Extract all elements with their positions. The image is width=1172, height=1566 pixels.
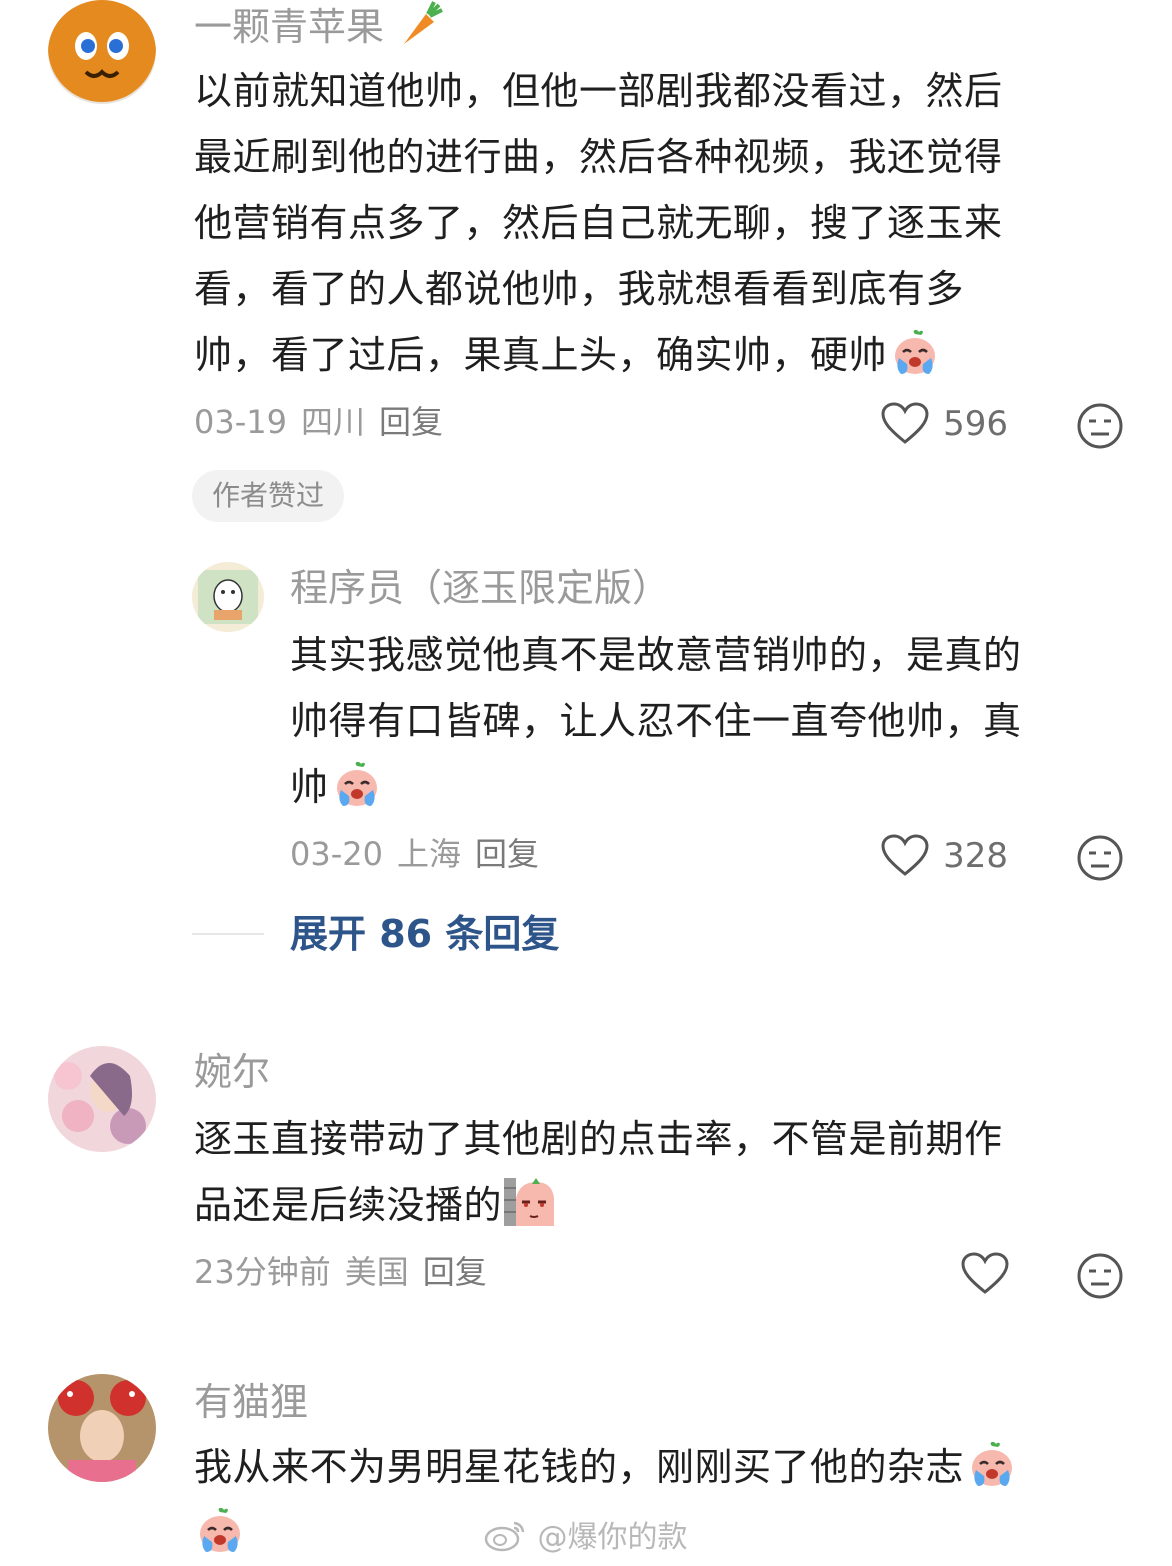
- comment-text: 逐玉直接带动了其他剧的点击率，不管是前期作 品还是后续没播的: [194, 1117, 1003, 1227]
- comment-location: 美国: [344, 1253, 409, 1291]
- avatar[interactable]: [48, 1374, 156, 1482]
- watermark: @爆你的款: [484, 1512, 688, 1556]
- comment-meta: 03-19 四川 回复: [194, 402, 457, 442]
- carrot-emoji-icon: [404, 1, 444, 44]
- neutral-face-icon: [1077, 403, 1123, 449]
- neutral-face-icon: [1077, 835, 1123, 881]
- peek-emoji-icon: [504, 1178, 555, 1226]
- dislike-button[interactable]: [1076, 402, 1124, 454]
- crying-emoji-icon: [331, 758, 383, 810]
- avatar-flowers-icon: [48, 1046, 156, 1152]
- comment-meta: 23分钟前 美国 回复: [194, 1252, 501, 1292]
- avatar[interactable]: [48, 1046, 156, 1152]
- heart-outline-icon: [881, 834, 929, 876]
- heart-outline-icon: [961, 1252, 1009, 1294]
- avatar-mouse-ears-icon: [48, 1374, 156, 1482]
- like-button[interactable]: 596: [880, 402, 1008, 446]
- reply-like-button[interactable]: 328: [880, 834, 1008, 878]
- reply-avatar[interactable]: [192, 562, 264, 632]
- dislike-button[interactable]: [1076, 1252, 1124, 1304]
- reply-text: 其实我感觉他真不是故意营销帅的，是真的 帅得有口皆碑，让人忍不住一直夸他帅，真 …: [290, 633, 1022, 810]
- comment-username[interactable]: 一颗青苹果: [194, 0, 446, 49]
- reply-date: 03-20: [290, 835, 383, 873]
- reply-meta: 03-20 上海 回复: [290, 834, 553, 874]
- comment-location: 四川: [300, 403, 365, 441]
- reply-reply-button[interactable]: 回复: [475, 835, 539, 873]
- avatar-cartoon-icon: [192, 562, 264, 632]
- like-count: 596: [943, 404, 1008, 444]
- reply-dislike-button[interactable]: [1076, 834, 1124, 886]
- crying-emoji-icon: [889, 326, 941, 378]
- weibo-logo-icon: [484, 1521, 525, 1552]
- reply-username[interactable]: 程序员（逐玉限定版）: [290, 566, 670, 610]
- comment-date: 03-19: [194, 403, 287, 441]
- like-button[interactable]: [960, 1252, 1010, 1300]
- author-liked-badge: 作者赞过: [192, 470, 345, 522]
- reply-like-count: 328: [943, 836, 1008, 876]
- heart-outline-icon: [881, 402, 929, 444]
- neutral-face-icon: [1077, 1253, 1123, 1299]
- comment-date: 23分钟前: [194, 1253, 331, 1291]
- comment-text: 以前就知道他帅，但他一部剧我都没看过，然后 最近刷到他的进行曲，然后各种视频，我…: [194, 69, 1003, 378]
- comment-username[interactable]: 婉尔: [194, 1050, 270, 1094]
- reply-location: 上海: [396, 835, 461, 873]
- reply-button[interactable]: 回复: [423, 1253, 487, 1291]
- avatar-orange-icon: [48, 0, 156, 104]
- crying-emoji-icon: [966, 1438, 1018, 1490]
- crying-emoji-icon: [194, 1504, 246, 1556]
- avatar[interactable]: [48, 0, 156, 104]
- expand-replies-button[interactable]: 展开 86 条回复: [290, 912, 559, 956]
- comment-username[interactable]: 有猫狸: [194, 1380, 308, 1424]
- reply-button[interactable]: 回复: [379, 403, 443, 441]
- expand-divider: [192, 933, 264, 935]
